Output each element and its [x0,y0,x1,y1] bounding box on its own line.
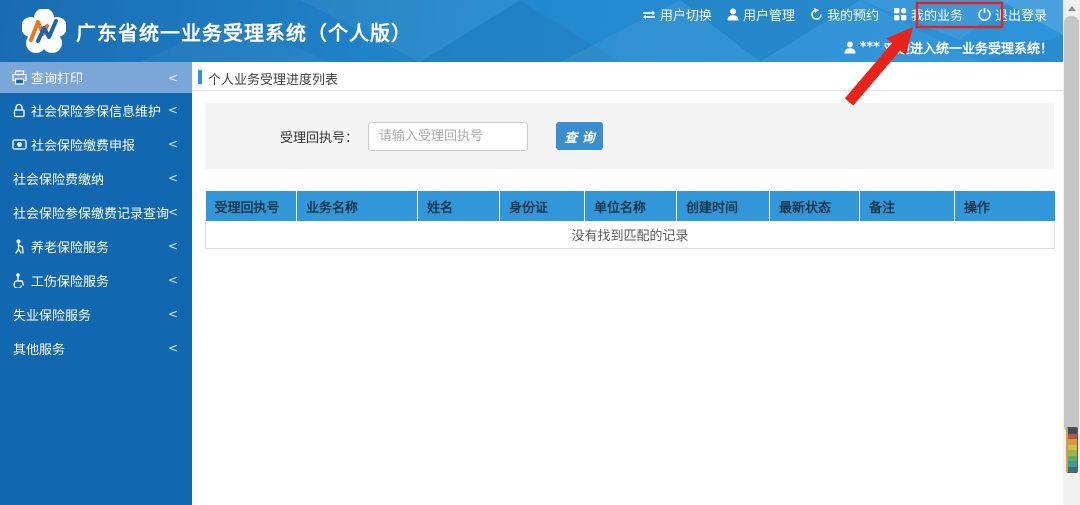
switch-user-icon [642,10,655,19]
wheelchair-icon [13,272,25,288]
table-header-row: 受理回执号 业务名称 姓名 身份证 单位名称 创建时间 最新状态 备注 操作 [205,191,1055,221]
welcome-message: *** 欢迎进入统一业务受理系统！ [844,38,1053,57]
col-latest-status: 最新状态 [769,191,860,221]
sidebar-item-label: 查询打印 [31,72,84,87]
page-title: 广东省统一业务受理系统（个人版） [76,21,412,45]
banknote-icon [12,138,27,150]
app-window: 广东省统一业务受理系统（个人版） 用户切换 用户管理 我的预约 我的业务 退出登… [0,0,1080,505]
sidebar-item-label: 社会保险参保信息维护 [31,104,162,120]
sidebar-item-unemployment-service[interactable]: 失业保险服务 < [0,297,192,331]
topbar-link-label: 用户切换 [659,9,712,24]
sidebar-item-label: 社会保险费缴纳 [13,172,105,188]
search-panel: 受理回执号： 查 询 [205,103,1054,169]
topbar-link-label: 退出登录 [994,9,1047,24]
sidebar-item-label: 社会保险缴费申报 [31,138,136,154]
user-icon [844,41,856,54]
printer-icon [12,70,27,85]
user-icon [727,8,739,21]
section-title: 个人业务受理进度列表 [208,73,339,88]
sidebar-item-fee-payment[interactable]: 社会保险费缴纳 < [0,161,192,195]
col-company-name: 单位名称 [584,191,677,221]
sidebar-item-work-injury-service[interactable]: 工伤保险服务 < [0,263,192,297]
section-marker [198,70,202,84]
topbar-link-label: 我的业务 [910,9,963,24]
col-receipt-number: 受理回执号 [205,191,297,221]
widget-stripe [1068,466,1077,472]
topbar-link-logout[interactable]: 退出登录 [978,5,1047,24]
sidebar-item-other-services[interactable]: 其他服务 < [0,331,192,365]
empty-message: 没有找到匹配的记录 [205,221,1055,249]
col-create-time: 创建时间 [676,191,770,221]
topbar-links: 用户切换 用户管理 我的预约 我的业务 退出登录 [642,5,1047,24]
chevron-left-icon: < [167,307,178,321]
power-icon [978,8,991,21]
sidebar-item-label: 其他服务 [13,342,66,358]
scrollbar-up-arrow[interactable] [1063,0,1080,16]
header: 广东省统一业务受理系统（个人版） 用户切换 用户管理 我的预约 我的业务 退出登… [0,0,1063,62]
sidebar-item-payment-record-query[interactable]: 社会保险参保缴费记录查询 < [0,195,192,229]
chevron-left-icon: < [167,137,178,151]
chevron-left-icon: < [167,341,178,355]
topbar-link-label: 用户管理 [742,9,795,24]
main-content: 个人业务受理进度列表 受理回执号： 查 询 受理回执号 业务名称 姓名 身份证 … [192,62,1063,505]
chevron-left-icon: < [167,70,178,85]
sidebar-item-label: 失业保险服务 [13,308,92,324]
sidebar-item-label: 养老保险服务 [31,240,110,256]
sidebar-item-query-print[interactable]: 查询打印 < [0,62,192,93]
chevron-left-icon: < [167,103,178,117]
grid-icon [893,8,907,21]
triangle-up-icon [1067,5,1076,11]
receipt-number-label: 受理回执号： [279,130,358,146]
sidebar-item-payment-declaration[interactable]: 社会保险缴费申报 < [0,127,192,161]
col-id-card: 身份证 [499,191,585,221]
sidebar: 查询打印 < 社会保险参保信息维护 < 社会保险缴费申报 < 社会保险费缴纳 <… [0,62,192,505]
col-business-name: 业务名称 [296,191,418,221]
floating-plugin-widget[interactable] [1066,427,1078,473]
topbar-link-my-appointments[interactable]: 我的预约 [810,5,879,24]
app-logo [22,9,66,53]
topbar-link-my-business[interactable]: 我的业务 [893,5,963,24]
query-button[interactable]: 查 询 [556,122,603,150]
chevron-left-icon: < [167,205,178,219]
progress-table: 受理回执号 业务名称 姓名 身份证 单位名称 创建时间 最新状态 备注 操作 没… [205,191,1055,249]
col-remark: 备注 [859,191,955,221]
chevron-left-icon: < [167,273,178,287]
section-header: 个人业务受理进度列表 [192,62,1063,91]
col-action: 操作 [954,191,1055,221]
welcome-user-masked: *** [859,40,880,55]
topbar-link-user-admin[interactable]: 用户管理 [727,5,795,24]
chevron-left-icon: < [167,239,178,253]
refresh-icon [811,8,822,20]
sidebar-item-pension-service[interactable]: 养老保险服务 < [0,229,192,263]
col-name: 姓名 [417,191,500,221]
table-empty-row: 没有找到匹配的记录 [205,221,1055,249]
topbar-link-label: 我的预约 [826,9,879,24]
sidebar-item-label: 社会保险参保缴费记录查询 [13,206,170,222]
receipt-number-input[interactable] [368,121,528,151]
scrollbar-thumb[interactable] [1064,16,1079,433]
chevron-left-icon: < [167,171,178,185]
elderly-icon [15,239,24,254]
sidebar-item-insurance-info-maintenance[interactable]: 社会保险参保信息维护 < [0,93,192,127]
welcome-text: 欢迎进入统一业务受理系统！ [883,42,1053,57]
lock-icon [13,103,25,117]
sidebar-item-label: 工伤保险服务 [31,274,110,290]
topbar-link-switch-user[interactable]: 用户切换 [642,5,712,24]
